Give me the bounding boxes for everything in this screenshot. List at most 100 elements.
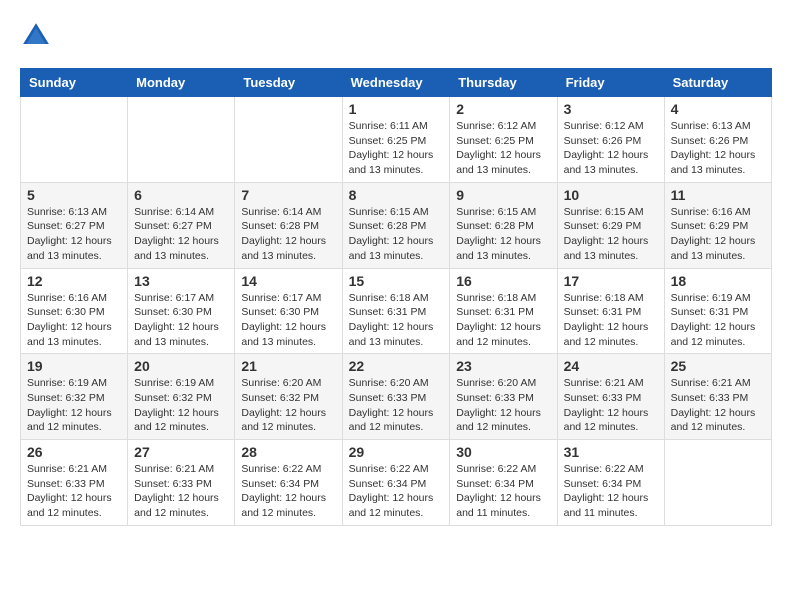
col-header-friday: Friday [557, 69, 664, 97]
day-number: 15 [349, 273, 444, 289]
calendar-cell [21, 97, 128, 183]
calendar-cell: 31 Sunrise: 6:22 AM Sunset: 6:34 PM Dayli… [557, 440, 664, 526]
day-info: Sunrise: 6:21 AM Sunset: 6:33 PM Dayligh… [564, 376, 658, 435]
day-number: 2 [456, 101, 550, 117]
day-info: Sunrise: 6:22 AM Sunset: 6:34 PM Dayligh… [349, 462, 444, 521]
day-info: Sunrise: 6:15 AM Sunset: 6:28 PM Dayligh… [349, 205, 444, 264]
day-number: 7 [241, 187, 335, 203]
col-header-thursday: Thursday [450, 69, 557, 97]
logo [20, 20, 56, 52]
day-number: 13 [134, 273, 228, 289]
calendar-cell: 26 Sunrise: 6:21 AM Sunset: 6:33 PM Dayli… [21, 440, 128, 526]
day-info: Sunrise: 6:20 AM Sunset: 6:32 PM Dayligh… [241, 376, 335, 435]
calendar-cell: 25 Sunrise: 6:21 AM Sunset: 6:33 PM Dayli… [664, 354, 771, 440]
calendar-cell: 9Sunrise: 6:15 AM Sunset: 6:28 PM Daylig… [450, 182, 557, 268]
day-number: 30 [456, 444, 550, 460]
calendar-cell: 8 Sunrise: 6:15 AM Sunset: 6:28 PM Daylig… [342, 182, 450, 268]
calendar-cell [235, 97, 342, 183]
calendar-cell: 1 Sunrise: 6:11 AM Sunset: 6:25 PM Daylig… [342, 97, 450, 183]
day-info: Sunrise: 6:14 AM Sunset: 6:28 PM Dayligh… [241, 205, 335, 264]
day-number: 14 [241, 273, 335, 289]
calendar-week-1: 1 Sunrise: 6:11 AM Sunset: 6:25 PM Daylig… [21, 97, 772, 183]
calendar-cell: 12 Sunrise: 6:16 AM Sunset: 6:30 PM Dayli… [21, 268, 128, 354]
calendar-cell: 13 Sunrise: 6:17 AM Sunset: 6:30 PM Dayli… [128, 268, 235, 354]
day-number: 28 [241, 444, 335, 460]
day-number: 22 [349, 358, 444, 374]
day-number: 19 [27, 358, 121, 374]
day-info: Sunrise: 6:21 AM Sunset: 6:33 PM Dayligh… [134, 462, 228, 521]
day-info: Sunrise: 6:18 AM Sunset: 6:31 PM Dayligh… [349, 291, 444, 350]
day-number: 10 [564, 187, 658, 203]
day-number: 27 [134, 444, 228, 460]
calendar-cell: 28 Sunrise: 6:22 AM Sunset: 6:34 PM Dayli… [235, 440, 342, 526]
day-number: 17 [564, 273, 658, 289]
calendar-table: SundayMondayTuesdayWednesdayThursdayFrid… [20, 68, 772, 526]
day-info: Sunrise: 6:16 AM Sunset: 6:30 PM Dayligh… [27, 291, 121, 350]
calendar-cell: 15 Sunrise: 6:18 AM Sunset: 6:31 PM Dayli… [342, 268, 450, 354]
day-info: Sunrise: 6:15 AM Sunset: 6:29 PM Dayligh… [564, 205, 658, 264]
day-info: Sunrise: 6:13 AM Sunset: 6:27 PM Dayligh… [27, 205, 121, 264]
day-number: 4 [671, 101, 765, 117]
day-number: 16 [456, 273, 550, 289]
calendar-week-4: 19 Sunrise: 6:19 AM Sunset: 6:32 PM Dayli… [21, 354, 772, 440]
calendar-week-5: 26 Sunrise: 6:21 AM Sunset: 6:33 PM Dayli… [21, 440, 772, 526]
calendar-cell: 18Sunrise: 6:19 AM Sunset: 6:31 PM Dayli… [664, 268, 771, 354]
day-info: Sunrise: 6:22 AM Sunset: 6:34 PM Dayligh… [564, 462, 658, 521]
day-number: 29 [349, 444, 444, 460]
col-header-wednesday: Wednesday [342, 69, 450, 97]
day-number: 11 [671, 187, 765, 203]
col-header-tuesday: Tuesday [235, 69, 342, 97]
day-info: Sunrise: 6:11 AM Sunset: 6:25 PM Dayligh… [349, 119, 444, 178]
col-header-sunday: Sunday [21, 69, 128, 97]
calendar-cell: 23Sunrise: 6:20 AM Sunset: 6:33 PM Dayli… [450, 354, 557, 440]
day-info: Sunrise: 6:19 AM Sunset: 6:32 PM Dayligh… [27, 376, 121, 435]
day-number: 8 [349, 187, 444, 203]
day-number: 12 [27, 273, 121, 289]
calendar-week-2: 5Sunrise: 6:13 AM Sunset: 6:27 PM Daylig… [21, 182, 772, 268]
calendar-cell [128, 97, 235, 183]
day-number: 31 [564, 444, 658, 460]
day-number: 26 [27, 444, 121, 460]
calendar-cell: 5Sunrise: 6:13 AM Sunset: 6:27 PM Daylig… [21, 182, 128, 268]
logo-icon [20, 20, 52, 52]
calendar-cell: 29 Sunrise: 6:22 AM Sunset: 6:34 PM Dayli… [342, 440, 450, 526]
calendar-cell: 3 Sunrise: 6:12 AM Sunset: 6:26 PM Daylig… [557, 97, 664, 183]
day-number: 1 [349, 101, 444, 117]
calendar-cell: 14 Sunrise: 6:17 AM Sunset: 6:30 PM Dayli… [235, 268, 342, 354]
col-header-saturday: Saturday [664, 69, 771, 97]
day-number: 21 [241, 358, 335, 374]
day-info: Sunrise: 6:16 AM Sunset: 6:29 PM Dayligh… [671, 205, 765, 264]
day-info: Sunrise: 6:21 AM Sunset: 6:33 PM Dayligh… [27, 462, 121, 521]
calendar-cell: 10 Sunrise: 6:15 AM Sunset: 6:29 PM Dayli… [557, 182, 664, 268]
day-number: 18 [671, 273, 765, 289]
day-info: Sunrise: 6:22 AM Sunset: 6:34 PM Dayligh… [456, 462, 550, 521]
calendar-cell: 16Sunrise: 6:18 AM Sunset: 6:31 PM Dayli… [450, 268, 557, 354]
calendar-cell: 30 Sunrise: 6:22 AM Sunset: 6:34 PM Dayli… [450, 440, 557, 526]
calendar-cell: 6Sunrise: 6:14 AM Sunset: 6:27 PM Daylig… [128, 182, 235, 268]
day-info: Sunrise: 6:17 AM Sunset: 6:30 PM Dayligh… [134, 291, 228, 350]
calendar-cell: 7 Sunrise: 6:14 AM Sunset: 6:28 PM Daylig… [235, 182, 342, 268]
day-info: Sunrise: 6:22 AM Sunset: 6:34 PM Dayligh… [241, 462, 335, 521]
day-info: Sunrise: 6:21 AM Sunset: 6:33 PM Dayligh… [671, 376, 765, 435]
calendar-cell: 24 Sunrise: 6:21 AM Sunset: 6:33 PM Dayli… [557, 354, 664, 440]
calendar-cell: 4Sunrise: 6:13 AM Sunset: 6:26 PM Daylig… [664, 97, 771, 183]
day-info: Sunrise: 6:18 AM Sunset: 6:31 PM Dayligh… [564, 291, 658, 350]
day-number: 25 [671, 358, 765, 374]
calendar-cell: 11 Sunrise: 6:16 AM Sunset: 6:29 PM Dayli… [664, 182, 771, 268]
day-number: 6 [134, 187, 228, 203]
day-info: Sunrise: 6:12 AM Sunset: 6:26 PM Dayligh… [564, 119, 658, 178]
day-info: Sunrise: 6:19 AM Sunset: 6:32 PM Dayligh… [134, 376, 228, 435]
calendar-header-row: SundayMondayTuesdayWednesdayThursdayFrid… [21, 69, 772, 97]
day-info: Sunrise: 6:15 AM Sunset: 6:28 PM Dayligh… [456, 205, 550, 264]
calendar-cell: 20 Sunrise: 6:19 AM Sunset: 6:32 PM Dayli… [128, 354, 235, 440]
day-info: Sunrise: 6:17 AM Sunset: 6:30 PM Dayligh… [241, 291, 335, 350]
day-number: 23 [456, 358, 550, 374]
day-info: Sunrise: 6:20 AM Sunset: 6:33 PM Dayligh… [349, 376, 444, 435]
calendar-cell: 21 Sunrise: 6:20 AM Sunset: 6:32 PM Dayli… [235, 354, 342, 440]
calendar-cell: 27 Sunrise: 6:21 AM Sunset: 6:33 PM Dayli… [128, 440, 235, 526]
day-number: 3 [564, 101, 658, 117]
day-number: 24 [564, 358, 658, 374]
day-info: Sunrise: 6:12 AM Sunset: 6:25 PM Dayligh… [456, 119, 550, 178]
day-number: 20 [134, 358, 228, 374]
calendar-cell: 17 Sunrise: 6:18 AM Sunset: 6:31 PM Dayli… [557, 268, 664, 354]
